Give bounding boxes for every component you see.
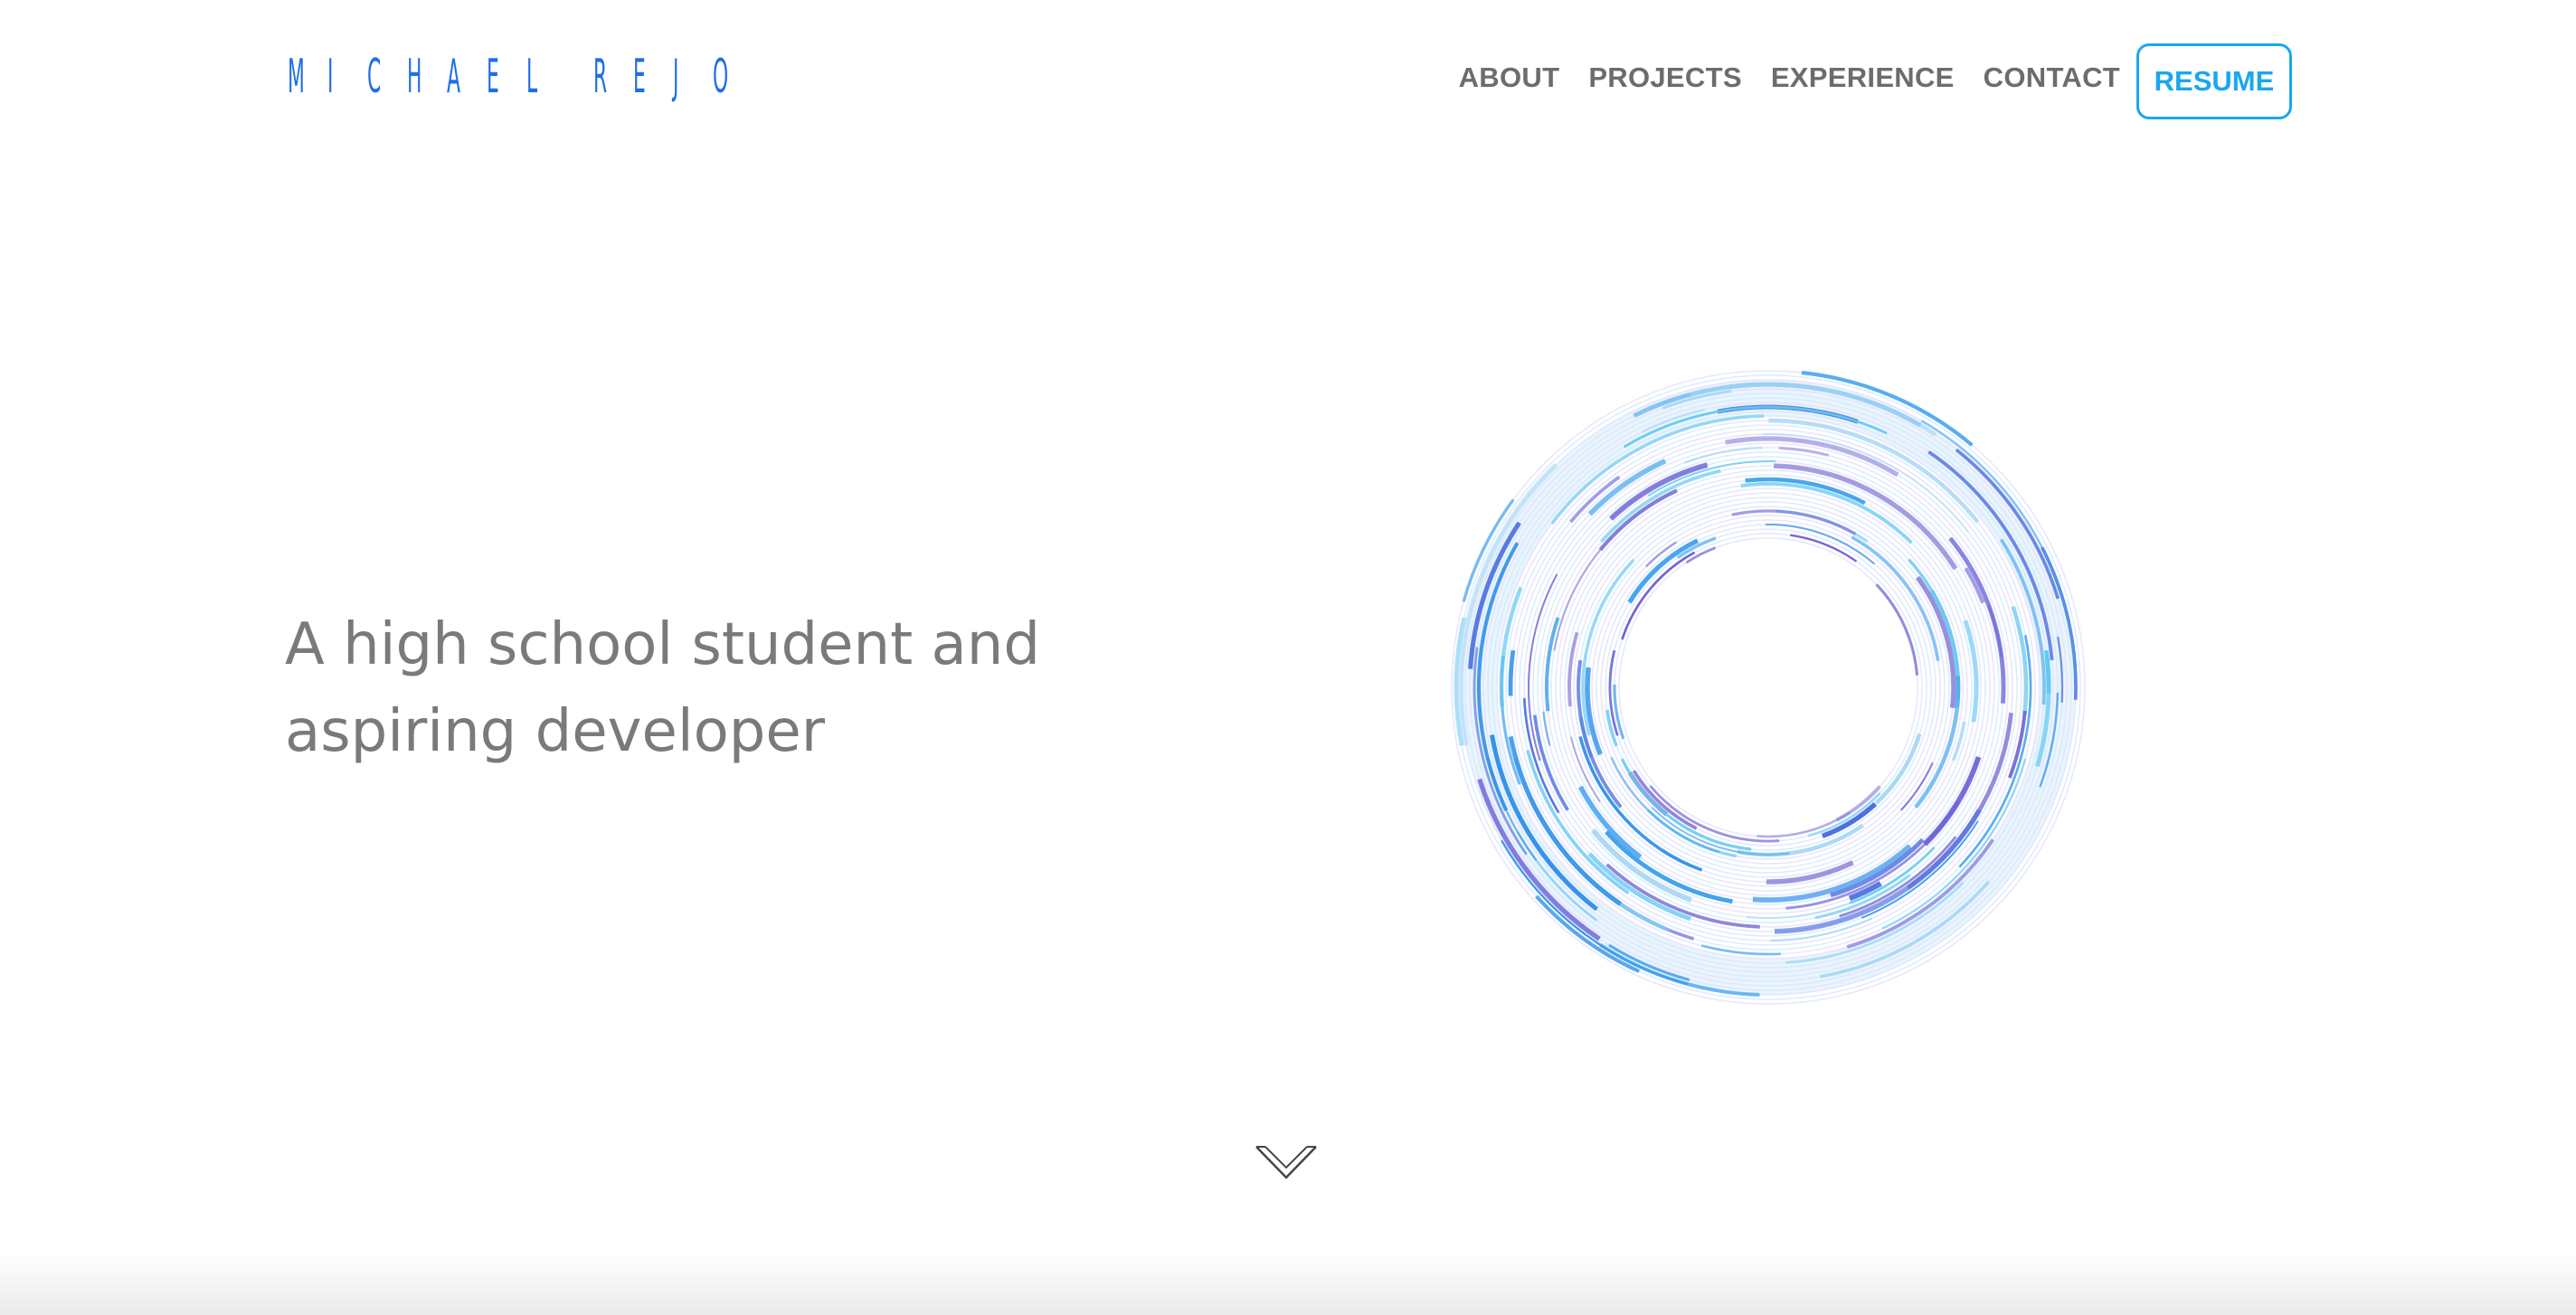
nav-experience-link[interactable]: EXPERIENCE xyxy=(1771,61,1955,94)
hero-tagline-line-1: A high school student and xyxy=(285,611,1040,678)
hero-tagline: A high school student and aspiring devel… xyxy=(285,601,1099,775)
ring-track xyxy=(1532,451,2004,923)
logo-letter: A xyxy=(447,50,460,104)
ring-arc xyxy=(1567,631,1579,707)
ring-track xyxy=(1591,510,1946,865)
ring-track xyxy=(1564,483,1973,892)
logo-letter: E xyxy=(487,50,499,104)
logo-letter: J xyxy=(673,50,679,104)
ring-track xyxy=(1582,501,1955,874)
nav-projects-link[interactable]: PROJECTS xyxy=(1588,61,1742,94)
logo-letter: O xyxy=(713,50,729,104)
site-header: MICHAELREJO ABOUT PROJECTS EXPERIENCE CO… xyxy=(0,0,2576,154)
site-logo[interactable]: MICHAELREJO xyxy=(288,51,753,103)
nav-about-link[interactable]: ABOUT xyxy=(1459,61,1560,94)
main-nav: ABOUT PROJECTS EXPERIENCE CONTACT RESUME xyxy=(1459,38,2292,119)
ring-arc xyxy=(1821,801,1878,838)
concentric-rings-graphic xyxy=(1451,370,2086,1005)
logo-letter: C xyxy=(367,50,382,104)
ring-track xyxy=(1573,492,1964,883)
ring-track xyxy=(1586,506,1950,869)
resume-button[interactable]: RESUME xyxy=(2136,43,2292,119)
chevron-down-icon[interactable] xyxy=(1254,1138,1319,1183)
ring-track xyxy=(1568,487,1968,887)
logo-letter: E xyxy=(633,50,646,104)
ring-track xyxy=(1523,442,2013,932)
logo-letter: H xyxy=(407,50,422,104)
ring-track xyxy=(1600,519,1937,856)
bottom-fade xyxy=(0,1252,2576,1315)
logo-letter: R xyxy=(593,50,608,104)
ring-track xyxy=(1559,478,1977,896)
logo-letter: M xyxy=(288,50,305,104)
ring-track xyxy=(1577,497,1959,878)
logo-letter: I xyxy=(327,50,334,104)
logo-letter: L xyxy=(526,50,538,104)
ring-arc xyxy=(1508,649,1516,696)
nav-contact-link[interactable]: CONTACT xyxy=(1984,61,2120,94)
ring-track xyxy=(1614,533,1923,842)
hero-tagline-line-2: aspiring developer xyxy=(285,698,826,765)
